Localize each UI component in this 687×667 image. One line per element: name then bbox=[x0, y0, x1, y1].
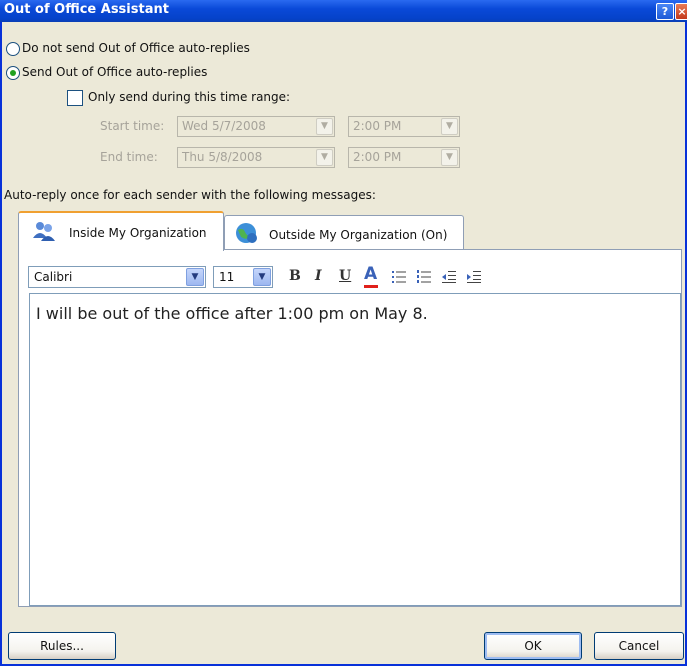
numbering-icon[interactable] bbox=[416, 270, 432, 284]
send-label[interactable]: Send Out of Office auto-replies bbox=[22, 65, 207, 79]
tab-outside-label: Outside My Organization (On) bbox=[269, 228, 448, 242]
end-date-combo[interactable]: Thu 5/8/2008 ▼ bbox=[177, 147, 335, 168]
font-color-swatch bbox=[364, 285, 378, 288]
no-send-radio[interactable] bbox=[6, 42, 20, 56]
underline-button[interactable]: U bbox=[339, 268, 351, 284]
bullets-icon[interactable] bbox=[391, 270, 407, 284]
end-time-label: End time: bbox=[100, 150, 158, 164]
radio-selected-dot bbox=[10, 70, 16, 76]
start-time-value: 2:00 PM bbox=[353, 119, 402, 133]
font-name-combo[interactable]: Calibri ▼ bbox=[28, 266, 206, 288]
chevron-down-icon[interactable]: ▼ bbox=[441, 149, 458, 166]
chevron-down-icon[interactable]: ▼ bbox=[253, 268, 271, 286]
start-date-value: Wed 5/7/2008 bbox=[182, 119, 266, 133]
autoreply-heading: Auto-reply once for each sender with the… bbox=[4, 188, 376, 202]
start-date-combo[interactable]: Wed 5/7/2008 ▼ bbox=[177, 116, 335, 137]
globe-icon bbox=[236, 223, 257, 243]
people-icon bbox=[33, 222, 55, 241]
time-range-label[interactable]: Only send during this time range: bbox=[88, 90, 290, 104]
font-name-value: Calibri bbox=[34, 270, 73, 284]
start-time-label: Start time: bbox=[100, 119, 165, 133]
tab-inside-organization[interactable]: Inside My Organization bbox=[18, 211, 224, 251]
font-color-button[interactable]: A bbox=[364, 264, 377, 284]
send-radio[interactable] bbox=[6, 66, 20, 80]
tab-outside-organization[interactable]: Outside My Organization (On) bbox=[224, 215, 464, 250]
bold-button[interactable]: B bbox=[289, 268, 301, 284]
font-size-combo[interactable]: 11 ▼ bbox=[213, 266, 273, 288]
help-button[interactable]: ? bbox=[656, 3, 674, 20]
chevron-down-icon[interactable]: ▼ bbox=[441, 118, 458, 135]
chevron-down-icon[interactable]: ▼ bbox=[316, 118, 333, 135]
title-bar[interactable]: Out of Office Assistant ? × bbox=[0, 0, 687, 22]
rules-button[interactable]: Rules... bbox=[8, 632, 116, 660]
no-send-label[interactable]: Do not send Out of Office auto-replies bbox=[22, 41, 250, 55]
close-button[interactable]: × bbox=[675, 3, 687, 20]
time-range-checkbox[interactable] bbox=[67, 90, 83, 106]
start-time-combo[interactable]: 2:00 PM ▼ bbox=[348, 116, 460, 137]
ok-button[interactable]: OK bbox=[484, 632, 582, 660]
message-text: I will be out of the office after 1:00 p… bbox=[36, 304, 428, 323]
end-time-value: 2:00 PM bbox=[353, 150, 402, 164]
font-size-value: 11 bbox=[219, 270, 235, 284]
cancel-button[interactable]: Cancel bbox=[594, 632, 684, 660]
decrease-indent-icon[interactable] bbox=[441, 270, 457, 284]
chevron-down-icon[interactable]: ▼ bbox=[186, 268, 204, 286]
window-title: Out of Office Assistant bbox=[4, 2, 169, 17]
increase-indent-icon[interactable] bbox=[466, 270, 482, 284]
italic-button[interactable]: I bbox=[315, 268, 322, 284]
message-editor[interactable]: I will be out of the office after 1:00 p… bbox=[29, 293, 681, 606]
end-time-combo[interactable]: 2:00 PM ▼ bbox=[348, 147, 460, 168]
chevron-down-icon[interactable]: ▼ bbox=[316, 149, 333, 166]
end-date-value: Thu 5/8/2008 bbox=[182, 150, 263, 164]
tab-inside-label: Inside My Organization bbox=[69, 226, 207, 240]
